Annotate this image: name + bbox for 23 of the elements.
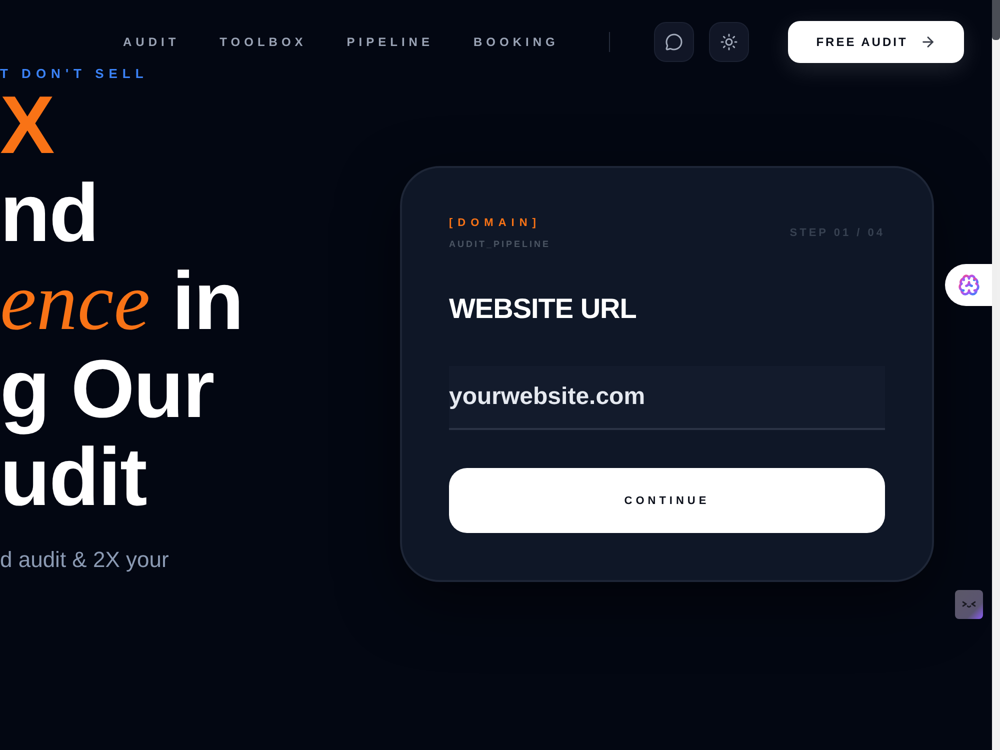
domain-tag: [DOMAIN]: [449, 216, 551, 230]
hero-subtitle: d audit & 2X your: [0, 547, 170, 573]
assistant-tab[interactable]: [945, 264, 992, 306]
url-input[interactable]: yourwebsite.com: [449, 366, 885, 430]
theme-toggle-button[interactable]: [709, 22, 749, 62]
nav-link[interactable]: TOOLBOX: [220, 35, 307, 49]
face-icon[interactable]: [955, 590, 983, 619]
nav-link[interactable]: BOOKING: [473, 35, 559, 49]
free-audit-button[interactable]: FREE AUDIT: [788, 21, 964, 63]
brain-icon: [958, 274, 980, 296]
continue-button[interactable]: CONTINUE: [449, 468, 885, 533]
nav-link[interactable]: AUDIT: [123, 35, 180, 49]
chat-button[interactable]: [654, 22, 694, 62]
chat-bubble-icon: [665, 33, 683, 51]
scrollbar[interactable]: [992, 0, 1000, 750]
pipeline-label: AUDIT_PIPELINE: [449, 238, 551, 250]
hero-heading: X nd ence in g Our udit: [0, 82, 244, 522]
card-title: WEBSITE URL: [449, 293, 638, 325]
hero-eyebrow: T DON'T SELL: [0, 66, 150, 82]
nav-link[interactable]: PIPELINE: [346, 35, 434, 49]
scrollbar-thumb[interactable]: [992, 0, 1000, 40]
sun-icon: [720, 33, 738, 51]
arrow-right-icon: [920, 34, 936, 50]
